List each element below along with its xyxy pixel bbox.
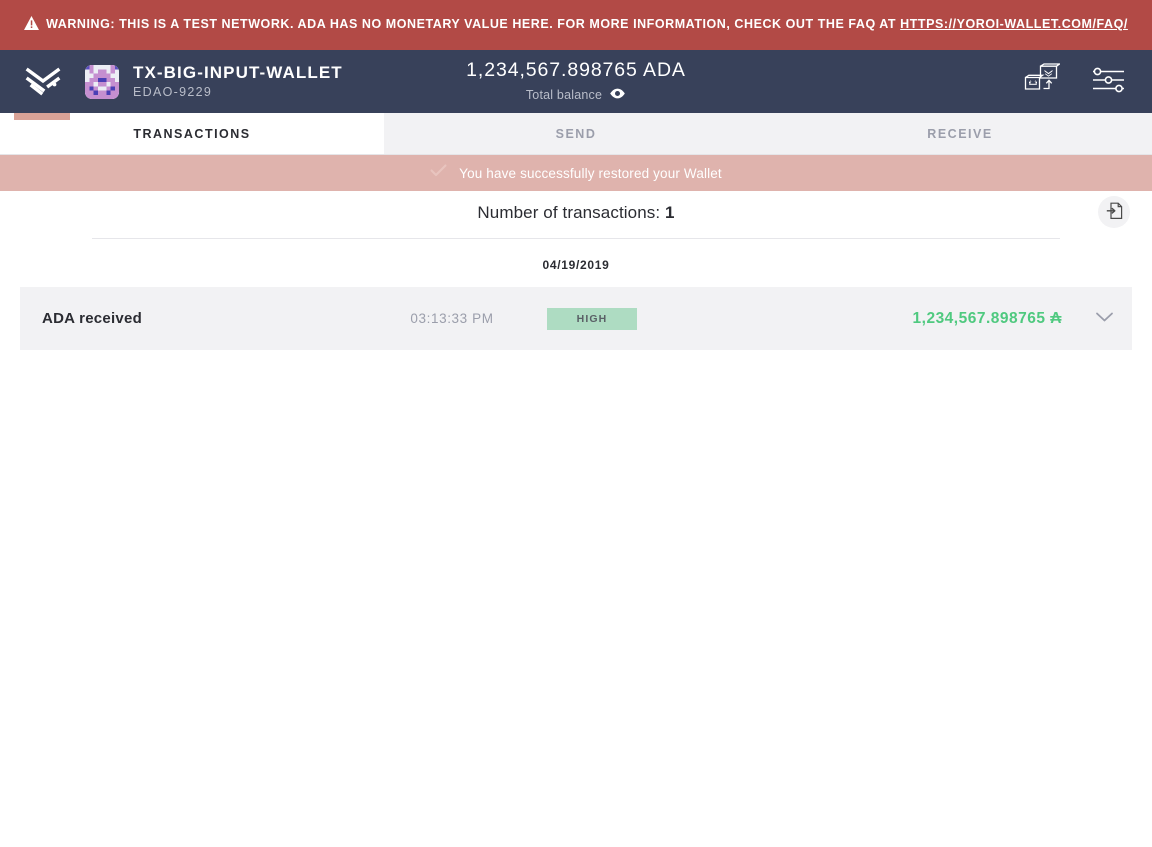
header-accent-bar <box>14 113 70 120</box>
settings-sliders-icon <box>1092 67 1125 96</box>
faq-link[interactable]: HTTPS://YOROI-WALLET.COM/FAQ/ <box>900 17 1128 31</box>
transaction-count: Number of transactions: 1 <box>0 203 1152 223</box>
eye-icon[interactable] <box>609 86 626 104</box>
transactions-summary: Number of transactions: 1 <box>0 191 1152 228</box>
transaction-time: 03:13:33 PM <box>410 311 494 326</box>
transaction-amount: 1,234,567.898765 ₳ <box>912 309 1062 327</box>
switch-wallet-button[interactable] <box>1022 62 1062 102</box>
app-header: TX-BIG-INPUT-WALLET EDAO-9229 1,234,567.… <box>0 50 1152 120</box>
total-balance-amount: 1,234,567.898765 ADA <box>466 59 686 81</box>
warning-triangle-icon <box>24 15 40 37</box>
transaction-expand-toggle[interactable] <box>1084 310 1124 328</box>
status-badge: HIGH <box>547 307 637 330</box>
transaction-status-cell: HIGH <box>532 307 652 330</box>
total-balance-label: Total balance <box>525 88 603 102</box>
wallet-name: TX-BIG-INPUT-WALLET <box>133 63 343 82</box>
yoroi-logo-slot[interactable] <box>0 50 85 113</box>
chevron-down-icon <box>1095 310 1114 328</box>
header-actions <box>1022 50 1128 113</box>
total-balance-label-row[interactable]: Total balance <box>526 86 626 104</box>
transaction-group-date: 04/19/2019 <box>542 258 610 272</box>
export-transactions-button[interactable] <box>1098 196 1130 228</box>
total-balance-block: 1,234,567.898765 ADA Total balance <box>386 59 766 104</box>
transaction-list: ADA received 03:13:33 PM HIGH 1,234,567.… <box>0 287 1152 350</box>
wallet-identicon-avatar <box>85 64 119 99</box>
export-transactions-icon <box>1106 202 1123 223</box>
wallet-plate-id: EDAO-9229 <box>133 85 213 99</box>
transaction-type: ADA received <box>42 310 142 327</box>
switch-wallet-icon <box>1024 63 1062 100</box>
tab-send[interactable]: Send <box>384 113 768 154</box>
settings-button[interactable] <box>1088 62 1128 102</box>
yoroi-logo-icon <box>23 62 63 102</box>
wallet-name-group: TX-BIG-INPUT-WALLET EDAO-9229 <box>133 63 343 100</box>
transaction-count-value: 1 <box>665 203 675 222</box>
table-row[interactable]: ADA received 03:13:33 PM HIGH 1,234,567.… <box>20 287 1132 350</box>
test-network-warning-banner: WARNING: THIS IS A TEST NETWORK. ADA HAS… <box>0 0 1152 50</box>
warning-text: WARNING: THIS IS A TEST NETWORK. ADA HAS… <box>24 14 1128 37</box>
success-notification-banner: You have successfully restored your Wall… <box>0 155 1152 191</box>
transaction-count-label: Number of transactions: <box>477 203 661 222</box>
wallet-tab-bar: Transactions Send Receive <box>0 113 1152 155</box>
warning-message: WARNING: THIS IS A TEST NETWORK. ADA HAS… <box>46 16 901 31</box>
tab-receive[interactable]: Receive <box>768 113 1152 154</box>
check-icon <box>430 164 447 182</box>
transactions-content: Number of transactions: 1 04/19/2019 ADA… <box>0 191 1152 846</box>
wallet-identity[interactable]: TX-BIG-INPUT-WALLET EDAO-9229 <box>85 64 343 99</box>
notification-message: You have successfully restored your Wall… <box>459 165 722 181</box>
summary-divider <box>92 238 1060 239</box>
